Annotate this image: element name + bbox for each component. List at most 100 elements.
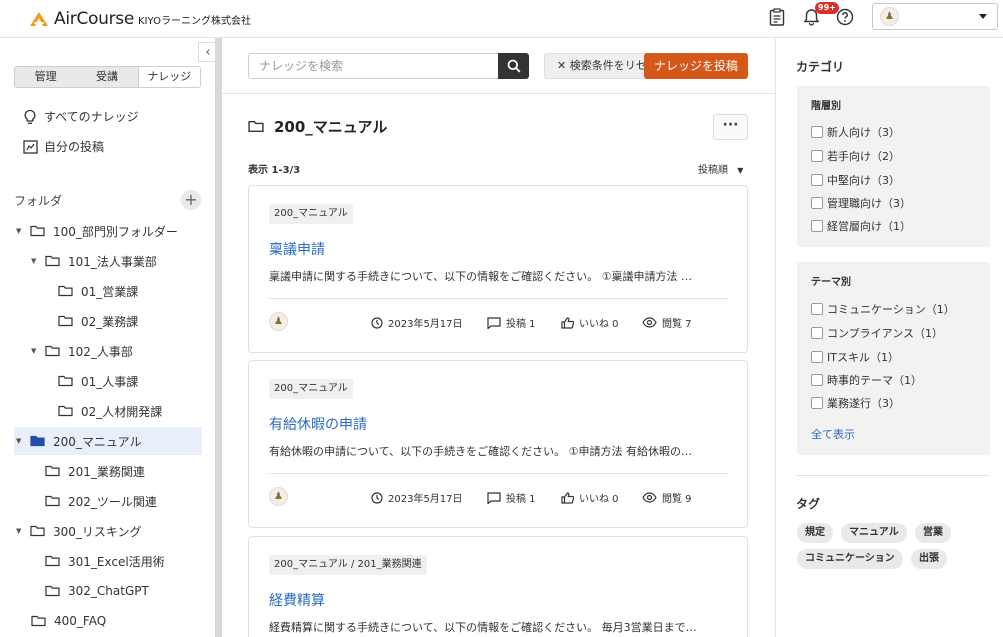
level-checkbox[interactable]: 若手向け（2） xyxy=(811,148,900,164)
folder-item[interactable]: ▼ 100_部門別フォルダー xyxy=(16,217,178,245)
search-button[interactable] xyxy=(498,53,529,79)
tab-admin[interactable]: 管理 xyxy=(15,67,76,87)
show-all-link[interactable]: 全て表示 xyxy=(811,426,855,442)
clipboard-icon[interactable] xyxy=(766,6,788,28)
views-text: 閲覧 7 xyxy=(662,319,692,330)
card-title[interactable]: 経費精算 xyxy=(269,590,325,610)
logo[interactable]: AirCourse xyxy=(30,9,134,29)
knowledge-card[interactable]: 200_マニュアル 有給休暇の申請 有給休暇の申請について、以下の手続きをご確認… xyxy=(248,360,748,528)
card-title[interactable]: 有給休暇の申請 xyxy=(269,414,367,434)
aircourse-logo-icon xyxy=(30,12,48,26)
expand-arrow-icon[interactable]: ▼ xyxy=(31,257,41,265)
folder-label: 01_営業課 xyxy=(81,284,139,299)
theme-checkbox[interactable]: 業務遂行（3） xyxy=(811,395,900,411)
card-views: 閲覧 7 xyxy=(642,315,692,330)
folder-item[interactable]: 201_業務関連 xyxy=(45,457,145,485)
help-icon[interactable] xyxy=(834,6,856,28)
card-breadcrumb[interactable]: 200_マニュアル xyxy=(269,379,353,399)
folder-item[interactable]: 301_Excel活用術 xyxy=(45,547,165,575)
post-knowledge-button[interactable]: ナレッジを投稿 xyxy=(644,53,748,79)
card-breadcrumb[interactable]: 200_マニュアル xyxy=(269,204,353,224)
folder-label: 101_法人事業部 xyxy=(68,254,157,269)
knowledge-card[interactable]: 200_マニュアル / 201_業務関連 経費精算 経費精算に関する手続きについ… xyxy=(248,536,748,637)
tag-chip[interactable]: 規定 xyxy=(797,523,833,543)
lightbulb-icon xyxy=(22,109,38,125)
tag-chip[interactable]: マニュアル xyxy=(841,523,907,543)
card-likes[interactable]: いいね 0 xyxy=(561,490,619,505)
folder-item-active[interactable]: ▼ 200_マニュアル xyxy=(14,427,202,455)
level-title: 階層別 xyxy=(811,101,841,112)
nav-label: すべてのナレッジ xyxy=(44,110,139,124)
level-checkbox[interactable]: 中堅向け（3） xyxy=(811,172,900,188)
folder-label: 02_人材開発課 xyxy=(81,404,163,419)
expand-arrow-icon[interactable]: ▼ xyxy=(31,347,41,355)
add-folder-button[interactable]: + xyxy=(181,190,201,210)
level-checkbox[interactable]: 経営層向け（1） xyxy=(811,218,911,234)
more-options-button[interactable]: ··· xyxy=(713,114,748,140)
level-checkbox[interactable]: 新人向け（3） xyxy=(811,124,900,140)
level-filter-box: 階層別 新人向け（3） 若手向け（2） 中堅向け（3） 管理職向け（3） 経営層… xyxy=(797,86,990,247)
expand-arrow-icon[interactable]: ▼ xyxy=(16,527,26,535)
theme-checkbox[interactable]: ITスキル（1） xyxy=(811,349,899,365)
tag-chip[interactable]: コミュニケーション xyxy=(797,549,903,569)
folder-item[interactable]: ▼ 101_法人事業部 xyxy=(31,247,157,275)
tab-knowledge[interactable]: ナレッジ xyxy=(137,67,200,87)
main-content: ナレッジを検索 ✕ 検索条件をリセット ナレッジを投稿 200_マニュアル ··… xyxy=(222,38,775,637)
search-input[interactable]: ナレッジを検索 xyxy=(248,53,500,79)
sort-select[interactable]: 投稿順 ▼ xyxy=(698,161,743,176)
tag-chip[interactable]: 出張 xyxy=(911,549,947,569)
tag-chip[interactable]: 営業 xyxy=(915,523,951,543)
folder-item[interactable]: 400_FAQ xyxy=(31,607,106,635)
nav-my-posts[interactable]: 自分の投稿 xyxy=(22,138,104,155)
card-title[interactable]: 稟議申請 xyxy=(269,239,325,259)
card-likes[interactable]: いいね 0 xyxy=(561,315,619,330)
folder-item[interactable]: ▼ 102_人事部 xyxy=(31,337,133,365)
expand-arrow-icon[interactable]: ▼ xyxy=(16,227,26,235)
card-views: 閲覧 9 xyxy=(642,490,692,505)
checkbox-label: 管理職向け（3） xyxy=(827,197,911,210)
checkbox[interactable] xyxy=(811,303,823,315)
checkbox[interactable] xyxy=(811,220,823,232)
checkbox-label: 経営層向け（1） xyxy=(827,220,911,233)
user-menu-select[interactable]: ♟ xyxy=(872,3,998,30)
date-text: 2023年5月17日 xyxy=(388,319,463,330)
folder-icon xyxy=(58,315,73,327)
author-avatar[interactable]: ♟ xyxy=(269,487,288,506)
folder-item[interactable]: 02_業務課 xyxy=(58,307,138,335)
page-title: 200_マニュアル xyxy=(248,116,387,137)
checkbox[interactable] xyxy=(811,126,823,138)
folder-item[interactable]: 202_ツール関連 xyxy=(45,487,157,515)
folder-item[interactable]: 01_人事課 xyxy=(58,367,138,395)
author-avatar[interactable]: ♟ xyxy=(269,312,288,331)
nav-all-knowledge[interactable]: すべてのナレッジ xyxy=(22,108,139,125)
checkbox[interactable] xyxy=(811,351,823,363)
level-checkbox[interactable]: 管理職向け（3） xyxy=(811,195,911,211)
sidebar-scrollbar[interactable] xyxy=(215,38,222,637)
checkbox-label: 時事的テーマ（1） xyxy=(827,374,922,387)
checkbox[interactable] xyxy=(811,327,823,339)
folder-item[interactable]: 02_人材開発課 xyxy=(58,397,162,425)
folder-icon xyxy=(30,225,45,237)
reset-filters-button[interactable]: ✕ 検索条件をリセット xyxy=(544,53,654,79)
knowledge-card[interactable]: 200_マニュアル 稟議申請 稟議申請に関する手続きについて、以下の情報をご確認… xyxy=(248,185,748,353)
card-breadcrumb[interactable]: 200_マニュアル / 201_業務関連 xyxy=(269,555,427,575)
theme-checkbox[interactable]: 時事的テーマ（1） xyxy=(811,372,922,388)
folder-item[interactable]: 302_ChatGPT xyxy=(45,577,149,605)
checkbox[interactable] xyxy=(811,150,823,162)
checkbox[interactable] xyxy=(811,197,823,209)
folder-item[interactable]: 01_営業課 xyxy=(58,277,138,305)
posts-text: 投稿 1 xyxy=(506,319,536,330)
folder-item[interactable]: ▼ 300_リスキング xyxy=(16,517,142,545)
checkbox[interactable] xyxy=(811,397,823,409)
eye-icon xyxy=(642,492,657,503)
checkbox[interactable] xyxy=(811,374,823,386)
theme-checkbox[interactable]: コミュニケーション（1） xyxy=(811,301,955,317)
folder-icon xyxy=(45,255,60,267)
expand-arrow-icon[interactable]: ▼ xyxy=(16,437,26,445)
divider xyxy=(796,475,989,476)
folder-label: 202_ツール関連 xyxy=(68,494,157,509)
folder-label: 100_部門別フォルダー xyxy=(53,224,178,239)
theme-checkbox[interactable]: コンプライアンス（1） xyxy=(811,325,943,341)
checkbox[interactable] xyxy=(811,174,823,186)
tab-learning[interactable]: 受講 xyxy=(76,67,137,87)
